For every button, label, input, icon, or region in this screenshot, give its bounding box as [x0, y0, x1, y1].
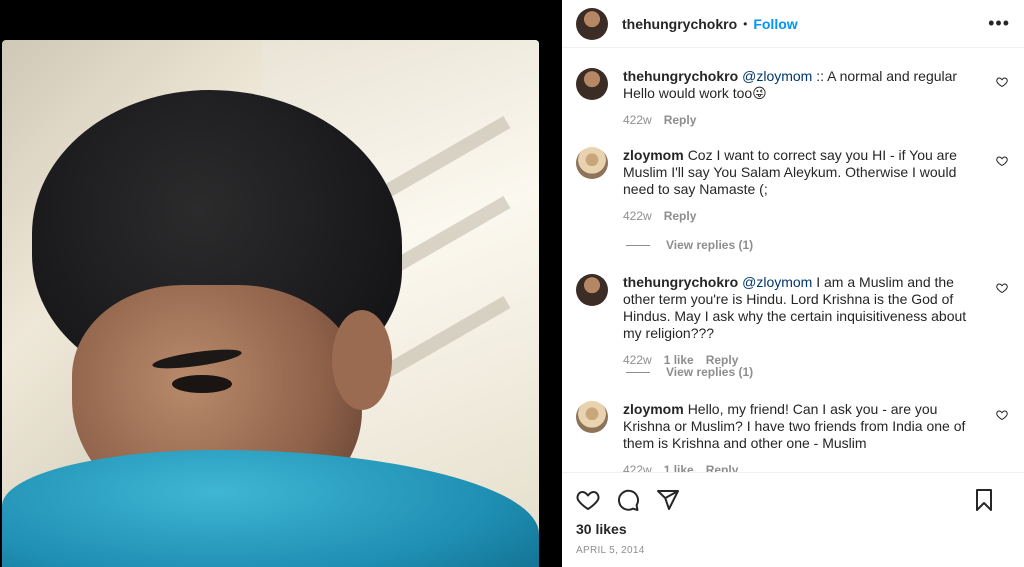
comment-heart-icon[interactable]	[996, 409, 1008, 421]
comment-text: zloymom Hello, my friend! Can I ask you -…	[623, 401, 981, 452]
comment-heart-icon[interactable]	[996, 155, 1008, 167]
commenter-avatar[interactable]	[576, 401, 608, 433]
post-media	[0, 0, 562, 567]
comment-text: thehungrychokro @zloymom :: A normal and …	[623, 68, 981, 102]
comment-username[interactable]: zloymom	[623, 401, 684, 417]
comment-meta: 422w Reply	[623, 112, 981, 129]
more-options-icon[interactable]: •••	[988, 13, 1010, 34]
reply-button[interactable]: Reply	[706, 462, 739, 472]
commenter-avatar[interactable]	[576, 147, 608, 179]
comment-text: thehungrychokro @zloymom I am a Muslim an…	[623, 274, 981, 342]
post-actions: 30 likes APRIL 5, 2014	[562, 472, 1024, 556]
comment-heart-icon[interactable]	[996, 76, 1008, 88]
post-photo[interactable]	[2, 40, 539, 567]
reply-button[interactable]: Reply	[664, 112, 697, 129]
comment-text: zloymom Coz I want to correct say you HI …	[623, 147, 981, 198]
comment-mention[interactable]: @zloymom	[742, 274, 812, 290]
comment-item: zloymom Coz I want to correct say you HI …	[576, 147, 1010, 225]
comment-mention[interactable]: @zloymom	[742, 68, 812, 84]
comment-item: thehungrychokro @zloymom I am a Muslim an…	[576, 274, 1010, 369]
author-username[interactable]: thehungrychokro	[622, 16, 737, 32]
view-replies-label: View replies (1)	[666, 238, 754, 252]
comment-username[interactable]: thehungrychokro	[623, 274, 738, 290]
replies-divider	[626, 371, 650, 373]
post-date[interactable]: APRIL 5, 2014	[576, 545, 1010, 556]
view-replies-button[interactable]: View replies (1)	[626, 238, 753, 252]
author-avatar[interactable]	[576, 7, 608, 40]
post-side-panel: thehungrychokro • Follow ••• thehungrych…	[562, 0, 1024, 567]
comment-time[interactable]: 422w	[623, 208, 652, 225]
comment-meta: 422w 1 like Reply	[623, 462, 981, 472]
commenter-avatar[interactable]	[576, 68, 608, 100]
comment-username[interactable]: thehungrychokro	[623, 68, 738, 84]
comment-meta: 422w Reply	[623, 208, 981, 225]
view-replies-button[interactable]: View replies (1)	[626, 365, 753, 379]
comment-item: zloymom Hello, my friend! Can I ask you -…	[576, 401, 1010, 472]
commenter-avatar[interactable]	[576, 274, 608, 306]
heart-icon[interactable]	[576, 488, 600, 512]
follow-button[interactable]: Follow	[753, 16, 797, 32]
comment-username[interactable]: zloymom	[623, 147, 684, 163]
comment-heart-icon[interactable]	[996, 282, 1008, 294]
comment-time[interactable]: 422w	[623, 462, 652, 472]
reply-button[interactable]: Reply	[664, 208, 697, 225]
comment-icon[interactable]	[616, 488, 640, 512]
bookmark-icon[interactable]	[972, 488, 996, 512]
post-header: thehungrychokro • Follow •••	[562, 0, 1024, 48]
comment-item: thehungrychokro @zloymom :: A normal and …	[576, 68, 1010, 129]
action-bar	[576, 473, 1010, 527]
comments-list[interactable]: thehungrychokro @zloymom :: A normal and …	[562, 48, 1024, 472]
comment-likes[interactable]: 1 like	[664, 462, 694, 472]
replies-divider	[626, 244, 650, 246]
view-replies-label: View replies (1)	[666, 365, 754, 379]
comment-time[interactable]: 422w	[623, 112, 652, 129]
share-icon[interactable]	[656, 488, 680, 512]
separator-dot: •	[743, 16, 748, 31]
